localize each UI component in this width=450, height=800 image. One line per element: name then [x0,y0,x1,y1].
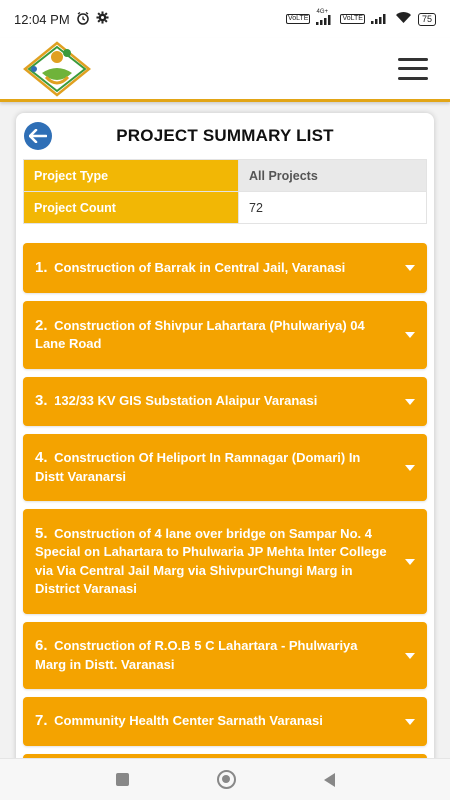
table-row: Project Count 72 [23,191,427,224]
gear-icon [96,11,109,27]
page-title: PROJECT SUMMARY LIST [116,126,334,145]
recent-apps-icon[interactable] [115,773,129,786]
hamburger-menu-icon[interactable] [398,57,428,80]
project-number: 1. [35,258,48,276]
project-title: 132/33 KV GIS Substation Alaipur Varanas… [54,393,318,409]
logo-icon[interactable] [22,40,92,97]
summary-value: All Projects [238,159,427,192]
app-header [0,38,450,102]
wifi-icon [395,11,412,27]
project-item[interactable]: 7. Community Health Center Sarnath Varan… [23,697,427,746]
chevron-down-icon [405,652,415,659]
project-number: 6. [35,637,48,654]
volte-badge: VoLTE [285,14,311,24]
summary-table: Project Type All Projects Project Count … [23,159,427,224]
battery-icon: 75 [417,12,436,26]
chevron-down-icon [405,398,415,405]
project-title: Construction of R.O.B 5 C Lahartara - Ph… [35,638,358,672]
project-item[interactable]: 3. 132/33 KV GIS Substation Alaipur Vara… [23,377,427,426]
project-title: Construction of 4 lane over bridge on Sa… [35,525,387,597]
project-item[interactable]: 1. Construction of Barrak in Central Jai… [23,243,427,293]
alarm-icon [76,11,90,28]
project-summary-card: PROJECT SUMMARY LIST Project Type All Pr… [16,113,434,763]
project-number: 4. [35,449,48,466]
network-type-label: 4G+ [316,9,328,15]
chevron-down-icon [405,265,415,271]
signal-icon-2 [370,12,389,27]
status-time: 12:04 PM [14,11,70,27]
project-number: 7. [35,712,48,730]
table-row: Project Type All Projects [23,159,427,192]
card-header: PROJECT SUMMARY LIST [16,113,434,159]
summary-label: Project Type [23,159,239,192]
project-list: 1. Construction of Barrak in Central Jai… [16,243,434,763]
project-number: 5. [35,524,48,542]
project-item[interactable]: 5. Construction of 4 lane over bridge on… [23,509,427,614]
project-number: 3. [35,392,48,410]
signal-icon: 4G+ [316,9,334,25]
project-title: Construction of Barrak in Central Jail, … [54,259,346,275]
volte-badge-2: VoLTE [340,14,365,24]
project-title: Construction of Shivpur Lahartara (Phulw… [35,317,365,352]
chevron-down-icon [405,332,415,338]
chevron-down-icon [405,558,415,565]
project-item[interactable]: 6. Construction of R.O.B 5 C Lahartara -… [23,622,427,689]
chevron-down-icon [405,718,415,725]
project-item[interactable]: 4. Construction Of Heliport In Ramnagar … [23,434,427,501]
system-nav-bar [0,758,450,800]
chevron-down-icon [405,464,415,471]
back-arrow-icon[interactable] [24,122,52,150]
home-icon[interactable] [216,770,236,789]
back-icon[interactable] [323,772,335,787]
project-title: Community Health Center Sarnath Varanasi [54,713,323,729]
status-bar: 12:04 PM VoLTE 4G+ VoLTE 75 [0,0,450,38]
project-item[interactable]: 2. Construction of Shivpur Lahartara (Ph… [23,301,427,369]
project-title: Construction Of Heliport In Ramnagar (Do… [35,450,361,484]
project-number: 2. [35,316,48,334]
summary-label: Project Count [23,191,239,224]
summary-value: 72 [238,191,427,224]
